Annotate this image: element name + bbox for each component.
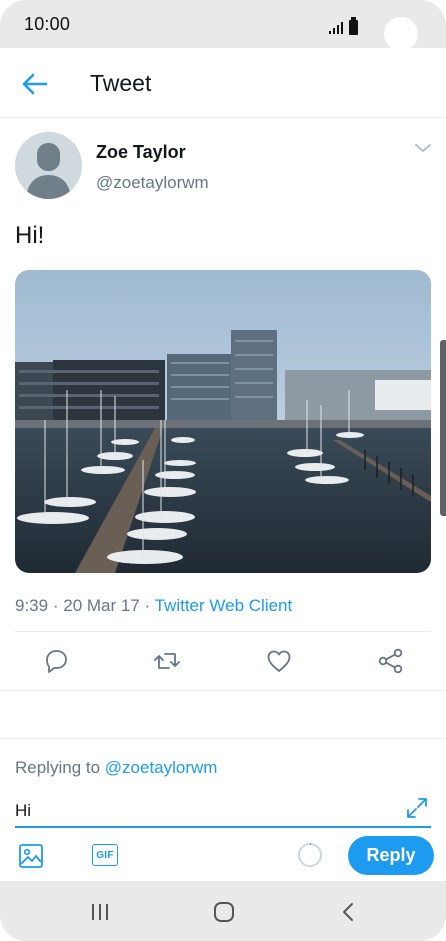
tweet-client-link[interactable]: Twitter Web Client (155, 596, 293, 615)
replying-to: Replying to @zoetaylorwm (15, 758, 217, 778)
status-bar: 10:00 (0, 0, 446, 51)
like-icon[interactable] (264, 646, 294, 676)
system-nav-bar (0, 881, 446, 941)
divider (0, 738, 446, 739)
avatar[interactable] (15, 132, 82, 199)
camera-cutout (384, 17, 418, 51)
page-title: Tweet (90, 70, 152, 96)
tweet-date: 20 Mar 17 (63, 596, 140, 615)
share-icon[interactable] (376, 646, 406, 676)
tweet-photo[interactable] (15, 270, 431, 573)
divider (15, 631, 431, 632)
input-underline (15, 826, 431, 828)
composer-toolbar: GIF Reply (0, 832, 446, 880)
app-bar: Tweet (0, 48, 446, 118)
reply-button[interactable]: Reply (348, 836, 434, 875)
phone-screen: 10:00 Tweet Zoe Taylor @zoetaylorwm Hi! … (0, 0, 446, 941)
image-icon[interactable] (17, 842, 45, 870)
replying-to-handle[interactable]: @zoetaylorwm (105, 758, 218, 777)
gif-label: GIF (96, 849, 114, 861)
tweet-time: 9:39 (15, 596, 49, 615)
battery-icon (349, 17, 358, 35)
replying-to-label: Replying to (15, 758, 101, 777)
arrow-left-icon[interactable] (18, 70, 50, 98)
harbor-photo (15, 270, 431, 573)
author-handle[interactable]: @zoetaylorwm (96, 173, 209, 193)
expand-icon[interactable] (405, 796, 429, 820)
home-icon[interactable] (212, 901, 236, 923)
back-icon[interactable] (337, 901, 361, 923)
chevron-down-icon[interactable] (414, 142, 432, 154)
tweet-text: Hi! (15, 222, 45, 249)
meta-separator: · (144, 596, 151, 615)
retweet-icon[interactable] (152, 646, 182, 676)
divider (0, 690, 446, 691)
character-counter-ring (298, 843, 322, 867)
default-avatar-icon (15, 132, 82, 199)
author-name[interactable]: Zoe Taylor (96, 142, 186, 163)
signal-icon (329, 22, 343, 34)
meta-separator: · (52, 596, 59, 615)
edge-panel-handle[interactable] (440, 340, 446, 516)
tweet-actions (0, 646, 446, 680)
status-time: 10:00 (24, 13, 71, 34)
recent-apps-icon[interactable] (88, 901, 112, 923)
reply-input[interactable] (15, 792, 395, 826)
gif-icon[interactable]: GIF (92, 844, 118, 866)
tweet-timestamp: 9:39 · 20 Mar 17 · Twitter Web Client (15, 596, 292, 616)
reply-icon[interactable] (41, 646, 71, 676)
